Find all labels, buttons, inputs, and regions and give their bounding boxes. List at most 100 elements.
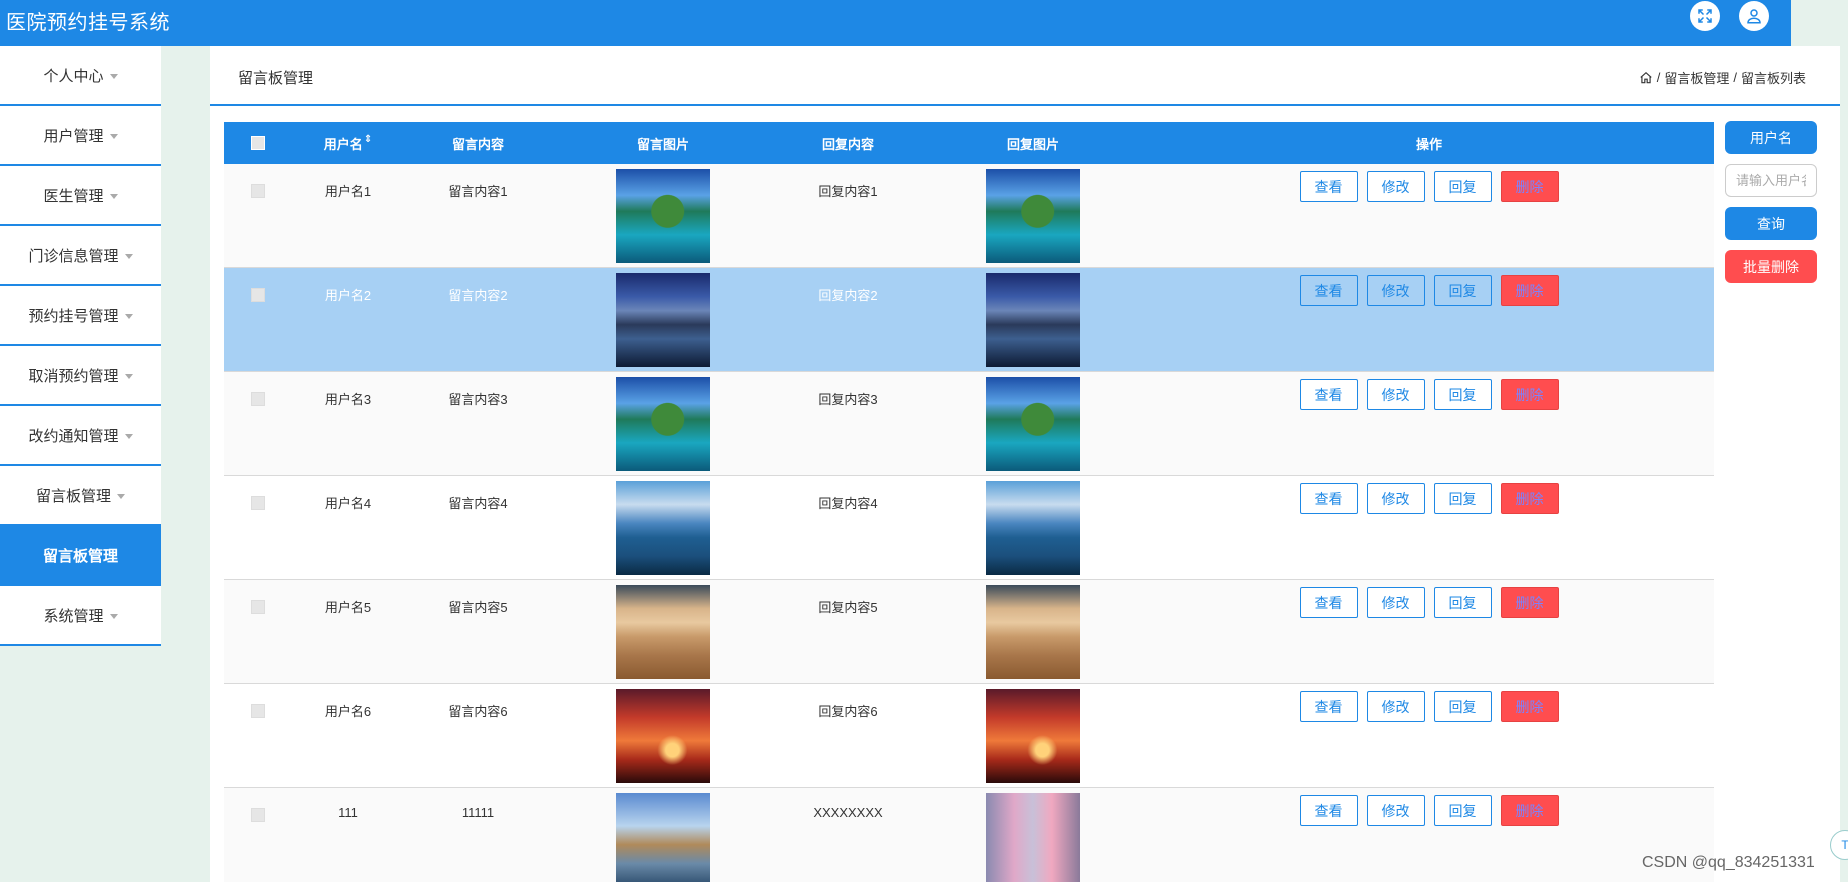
delete-button[interactable]: 删除 xyxy=(1500,275,1559,306)
reply-button[interactable]: 回复 xyxy=(1433,691,1492,722)
row-checkbox[interactable] xyxy=(251,184,265,198)
message-table: 用户名 ⇕ 留言内容 留言图片 回复内容 回复图片 操作 用户名1 留言内容1 回复内… xyxy=(224,122,1714,882)
cell-reply: 回复内容6 xyxy=(818,704,878,719)
user-button[interactable] xyxy=(1739,1,1769,31)
search-panel: 用户名 查询 批量删除 xyxy=(1725,121,1817,283)
reply-image-thumbnail[interactable] xyxy=(986,377,1080,471)
reply-image-thumbnail[interactable] xyxy=(986,481,1080,575)
reply-button[interactable]: 回复 xyxy=(1433,379,1492,410)
sidebar-item[interactable]: 个人中心 xyxy=(0,46,161,106)
cell-reply: 回复内容1 xyxy=(818,184,878,199)
search-input[interactable] xyxy=(1725,164,1817,197)
edit-button[interactable]: 修改 xyxy=(1366,171,1425,202)
sidebar-item[interactable]: 预约挂号管理 xyxy=(0,286,161,346)
table-row[interactable]: 111 11111 XXXXXXXX 查看 修改 回复 删除 xyxy=(224,788,1714,882)
view-button[interactable]: 查看 xyxy=(1299,795,1358,826)
table-row[interactable]: 用户名6 留言内容6 回复内容6 查看 修改 回复 删除 xyxy=(224,684,1714,788)
delete-button[interactable]: 删除 xyxy=(1500,171,1559,202)
view-button[interactable]: 查看 xyxy=(1299,587,1358,618)
edit-button[interactable]: 修改 xyxy=(1366,483,1425,514)
delete-button[interactable]: 删除 xyxy=(1500,691,1559,722)
table-row[interactable]: 用户名3 留言内容3 回复内容3 查看 修改 回复 删除 xyxy=(224,372,1714,476)
select-all-checkbox[interactable] xyxy=(251,136,265,150)
edit-button[interactable]: 修改 xyxy=(1366,275,1425,306)
message-image-thumbnail[interactable] xyxy=(616,585,710,679)
sidebar-item[interactable]: 改约通知管理 xyxy=(0,406,161,466)
message-image-thumbnail[interactable] xyxy=(616,793,710,882)
breadcrumb-item[interactable]: 留言板管理 xyxy=(1664,68,1729,87)
home-icon[interactable] xyxy=(1639,71,1653,85)
delete-button[interactable]: 删除 xyxy=(1500,795,1559,826)
view-button[interactable]: 查看 xyxy=(1299,691,1358,722)
cell-reply: 回复内容2 xyxy=(818,288,878,303)
table-row[interactable]: 用户名4 留言内容4 回复内容4 查看 修改 回复 删除 xyxy=(224,476,1714,580)
row-checkbox[interactable] xyxy=(251,496,265,510)
sidebar-item[interactable]: 用户管理 xyxy=(0,106,161,166)
row-checkbox-cell xyxy=(224,684,292,718)
message-image-thumbnail[interactable] xyxy=(616,377,710,471)
user-icon xyxy=(1747,9,1761,24)
reply-button[interactable]: 回复 xyxy=(1433,275,1492,306)
message-image-thumbnail[interactable] xyxy=(616,169,710,263)
reply-button[interactable]: 回复 xyxy=(1433,483,1492,514)
table-row[interactable]: 用户名1 留言内容1 回复内容1 查看 修改 回复 删除 xyxy=(224,164,1714,268)
sidebar-item[interactable]: 取消预约管理 xyxy=(0,346,161,406)
row-checkbox[interactable] xyxy=(251,288,265,302)
cell-image xyxy=(552,372,774,471)
top-bar: 医院预约挂号系统 xyxy=(0,0,1791,46)
reply-image-thumbnail[interactable] xyxy=(986,793,1080,882)
cell-user: 用户名3 xyxy=(324,392,372,407)
sidebar-item[interactable]: 留言板管理 xyxy=(0,466,161,526)
reply-image-thumbnail[interactable] xyxy=(986,169,1080,263)
message-image-thumbnail[interactable] xyxy=(616,689,710,783)
sidebar-item-label: 用户管理 xyxy=(43,127,104,145)
column-header-user[interactable]: 用户名 ⇕ xyxy=(292,134,404,153)
view-button[interactable]: 查看 xyxy=(1299,379,1358,410)
column-header-reply: 回复内容 xyxy=(821,136,874,152)
row-checkbox-cell xyxy=(224,268,292,302)
sidebar-item[interactable]: 门诊信息管理 xyxy=(0,226,161,286)
reply-button[interactable]: 回复 xyxy=(1433,795,1492,826)
edit-button[interactable]: 修改 xyxy=(1366,379,1425,410)
sidebar-item-label: 留言板管理 xyxy=(35,487,111,505)
sort-icon[interactable]: ⇕ xyxy=(364,134,372,153)
sidebar-item[interactable]: 医生管理 xyxy=(0,166,161,226)
reply-image-thumbnail[interactable] xyxy=(986,585,1080,679)
view-button[interactable]: 查看 xyxy=(1299,171,1358,202)
sidebar-item[interactable]: 系统管理 xyxy=(0,586,161,646)
breadcrumb-item: 留言板列表 xyxy=(1740,71,1806,86)
sidebar-item-label: 预约挂号管理 xyxy=(28,307,119,325)
reply-button[interactable]: 回复 xyxy=(1433,171,1492,202)
query-button[interactable]: 查询 xyxy=(1725,207,1817,240)
reply-image-thumbnail[interactable] xyxy=(986,689,1080,783)
table-row[interactable]: 用户名2 留言内容2 回复内容2 查看 修改 回复 删除 xyxy=(224,268,1714,372)
cell-reply: XXXXXXXX xyxy=(813,805,883,820)
delete-button[interactable]: 删除 xyxy=(1500,587,1559,618)
row-checkbox-cell xyxy=(224,164,292,198)
row-checkbox[interactable] xyxy=(251,392,265,406)
message-image-thumbnail[interactable] xyxy=(616,481,710,575)
sidebar-item-label: 取消预约管理 xyxy=(28,367,119,385)
delete-button[interactable]: 删除 xyxy=(1500,483,1559,514)
edit-button[interactable]: 修改 xyxy=(1366,691,1425,722)
reply-image-thumbnail[interactable] xyxy=(986,273,1080,367)
sidebar-item[interactable]: 留言板管理 xyxy=(0,526,161,586)
row-checkbox[interactable] xyxy=(251,600,265,614)
cell-actions: 查看 修改 回复 删除 xyxy=(1144,372,1714,410)
reply-button[interactable]: 回复 xyxy=(1433,587,1492,618)
row-checkbox[interactable] xyxy=(251,808,265,822)
edit-button[interactable]: 修改 xyxy=(1366,587,1425,618)
delete-button[interactable]: 删除 xyxy=(1500,379,1559,410)
edit-button[interactable]: 修改 xyxy=(1366,795,1425,826)
fullscreen-button[interactable] xyxy=(1690,1,1720,31)
sidebar-item-label: 门诊信息管理 xyxy=(28,247,119,265)
table-row[interactable]: 用户名5 留言内容5 回复内容5 查看 修改 回复 删除 xyxy=(224,580,1714,684)
caret-down-icon xyxy=(109,613,118,619)
view-button[interactable]: 查看 xyxy=(1299,275,1358,306)
row-checkbox[interactable] xyxy=(251,704,265,718)
cell-image xyxy=(552,476,774,575)
message-image-thumbnail[interactable] xyxy=(616,273,710,367)
batch-delete-button[interactable]: 批量删除 xyxy=(1725,250,1817,283)
view-button[interactable]: 查看 xyxy=(1299,483,1358,514)
cell-actions: 查看 修改 回复 删除 xyxy=(1144,580,1714,618)
